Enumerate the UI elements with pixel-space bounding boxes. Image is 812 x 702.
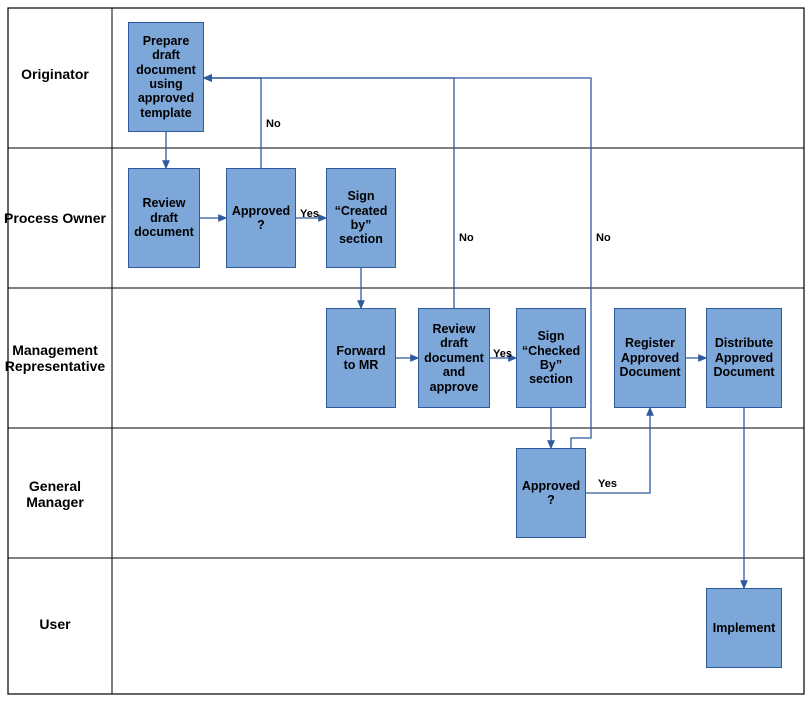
node-sign-checked: Sign “Checked By” section [516, 308, 586, 408]
node-register-doc: Register Approved Document [614, 308, 686, 408]
edge-label-yes-3: Yes [598, 478, 617, 490]
swimlane-diagram: Originator Process Owner Management Repr… [0, 0, 812, 702]
node-sign-created: Sign “Created by” section [326, 168, 396, 268]
node-implement: Implement [706, 588, 782, 668]
lane-label-originator: Originator [0, 66, 110, 82]
node-approved-1: Approved ? [226, 168, 296, 268]
lane-label-mgmt-rep: Management Representative [0, 342, 110, 374]
lane-label-process-owner: Process Owner [0, 210, 110, 226]
node-forward-to-mr: Forward to MR [326, 308, 396, 408]
node-prepare-draft: Prepare draft document using approved te… [128, 22, 204, 132]
node-distribute-doc: Distribute Approved Document [706, 308, 782, 408]
edge-label-yes-2: Yes [493, 348, 512, 360]
node-approved-2: Approved ? [516, 448, 586, 538]
lane-label-general-manager: General Manager [0, 478, 110, 510]
node-review-draft-2: Review draft document and approve [418, 308, 490, 408]
flow-overlay [0, 0, 812, 702]
node-review-draft-1: Review draft document [128, 168, 200, 268]
edge-label-no-2: No [459, 232, 474, 244]
edge-label-no-1: No [266, 118, 281, 130]
edge-label-no-3: No [596, 232, 611, 244]
lane-label-user: User [0, 616, 110, 632]
edge-label-yes-1: Yes [300, 208, 319, 220]
